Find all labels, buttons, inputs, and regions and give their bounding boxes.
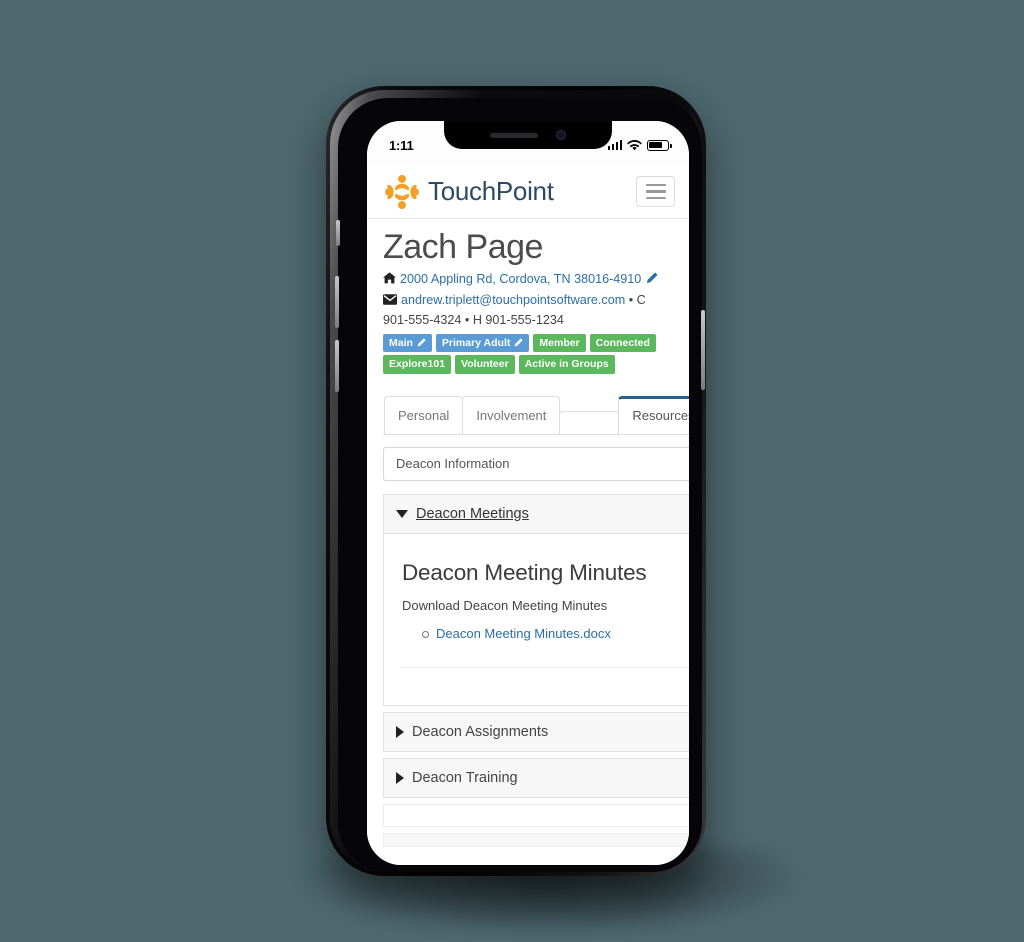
volume-down-button[interactable]	[335, 340, 339, 392]
power-button[interactable]	[701, 310, 705, 390]
status-indicators	[607, 139, 672, 151]
badge-explore101[interactable]: Explore101	[383, 355, 452, 374]
accordion-panel: Deacon Meeting Minutes Download Deacon M…	[384, 534, 689, 705]
tab-label: Resources	[632, 407, 689, 423]
badge-connected[interactable]: Connected	[589, 333, 656, 353]
pencil-icon	[417, 338, 426, 347]
phone-screen: 1:11 TouchPoint Zach Page 2000 Appling R…	[367, 121, 689, 865]
badge-label: Explore101	[389, 358, 446, 371]
touchpoint-logo-icon	[384, 174, 420, 209]
triangle-right-icon	[396, 771, 404, 784]
badge-primary-adult[interactable]: Primary Adult	[435, 333, 530, 353]
accordion-item-deacon-assignments: Deacon Assignments	[383, 711, 689, 752]
app-viewport: TouchPoint Zach Page 2000 Appling Rd, Co…	[367, 165, 689, 865]
accordion-header[interactable]: Deacon Meetings	[384, 494, 689, 534]
list-item: Deacon Meeting Minutes.docx	[422, 623, 689, 645]
badge-label: Primary Adult	[441, 336, 511, 349]
badge-volunteer[interactable]: Volunteer	[455, 355, 515, 374]
pencil-icon	[515, 338, 524, 347]
brand-area[interactable]: TouchPoint	[383, 173, 554, 211]
badge-label: Volunteer	[461, 358, 509, 371]
triangle-down-icon	[396, 509, 408, 518]
home-icon	[383, 271, 396, 290]
badge-main[interactable]: Main	[383, 333, 432, 353]
phone-rim: 1:11 TouchPoint Zach Page 2000 Appling R…	[330, 90, 705, 872]
volume-up-button[interactable]	[335, 276, 339, 328]
panel-divider	[402, 666, 689, 691]
email-phone-separator: •	[625, 292, 637, 307]
triangle-right-icon	[396, 725, 404, 738]
tab-bar: Personal Involvement Resources	[383, 395, 689, 435]
tab-resources[interactable]: Resources	[618, 395, 689, 434]
resource-description: Download Deacon Meeting Minutes	[402, 597, 608, 613]
accordion-title: Deacon Training	[412, 769, 518, 786]
envelope-icon	[383, 292, 397, 311]
email-link[interactable]: andrew.triplett@touchpointsoftware.com	[401, 293, 625, 307]
resource-category-select[interactable]: Deacon Information	[383, 446, 689, 481]
accordion-item-partial[interactable]	[383, 832, 689, 847]
tab-label: Personal	[398, 407, 450, 423]
address-line: 2000 Appling Rd, Cordova, TN 38016-4910	[383, 270, 673, 290]
phone-body: 1:11 TouchPoint Zach Page 2000 Appling R…	[335, 98, 705, 872]
phone-device: 1:11 TouchPoint Zach Page 2000 Appling R…	[326, 86, 706, 876]
resource-file-list: Deacon Meeting Minutes.docx	[402, 623, 689, 645]
silent-switch[interactable]	[336, 220, 340, 246]
person-badges: Main Primary Adult Member Connected Expl…	[383, 333, 673, 374]
tab-label: Involvement	[476, 407, 547, 423]
earpiece-speaker-icon	[490, 132, 538, 138]
app-navbar: TouchPoint	[367, 165, 689, 219]
badge-label: Connected	[595, 336, 650, 349]
tab-blank[interactable]	[559, 410, 620, 434]
badge-active-in-groups[interactable]: Active in Groups	[518, 355, 615, 374]
accordion-header[interactable]: Deacon Training	[384, 758, 689, 797]
accordion-item-deacon-meetings: Deacon Meetings Deacon Meeting Minutes D…	[383, 493, 689, 706]
hamburger-menu-icon[interactable]	[636, 176, 675, 207]
resource-file-link[interactable]: Deacon Meeting Minutes.docx	[436, 626, 611, 641]
accordion-title: Deacon Assignments	[412, 723, 549, 740]
select-value: Deacon Information	[396, 456, 510, 472]
page-body: Zach Page 2000 Appling Rd, Cordova, TN 3…	[367, 228, 689, 847]
battery-icon	[647, 139, 672, 151]
badge-label: Active in Groups	[524, 358, 609, 371]
accordion-title: Deacon Meetings	[416, 505, 529, 522]
resource-accordion: Deacon Meetings Deacon Meeting Minutes D…	[383, 493, 689, 847]
accordion-item-partial[interactable]	[383, 803, 689, 827]
badge-label: Main	[389, 336, 413, 349]
front-camera-icon	[556, 130, 566, 140]
brand-name: TouchPoint	[428, 176, 554, 206]
address-edit-pencil-icon[interactable]	[646, 271, 658, 290]
page-title: Zach Page	[383, 228, 543, 266]
email-phone-line: andrew.triplett@touchpointsoftware.com •…	[383, 291, 673, 330]
badge-label: Member	[539, 336, 580, 349]
accordion-header[interactable]: Deacon Assignments	[384, 712, 689, 751]
wifi-icon	[627, 139, 642, 150]
accordion-item-deacon-training: Deacon Training	[383, 757, 689, 798]
tab-personal[interactable]: Personal	[384, 395, 464, 434]
address-text[interactable]: 2000 Appling Rd, Cordova, TN 38016-4910	[400, 272, 641, 286]
screenshot-stage: 1:11 TouchPoint Zach Page 2000 Appling R…	[0, 0, 1024, 942]
tab-involvement[interactable]: Involvement	[462, 395, 561, 434]
resource-heading: Deacon Meeting Minutes	[402, 559, 647, 585]
status-time: 1:11	[389, 137, 414, 153]
cellular-signal-icon	[607, 140, 622, 150]
phone-notch	[444, 121, 612, 149]
badge-member[interactable]: Member	[533, 333, 586, 353]
